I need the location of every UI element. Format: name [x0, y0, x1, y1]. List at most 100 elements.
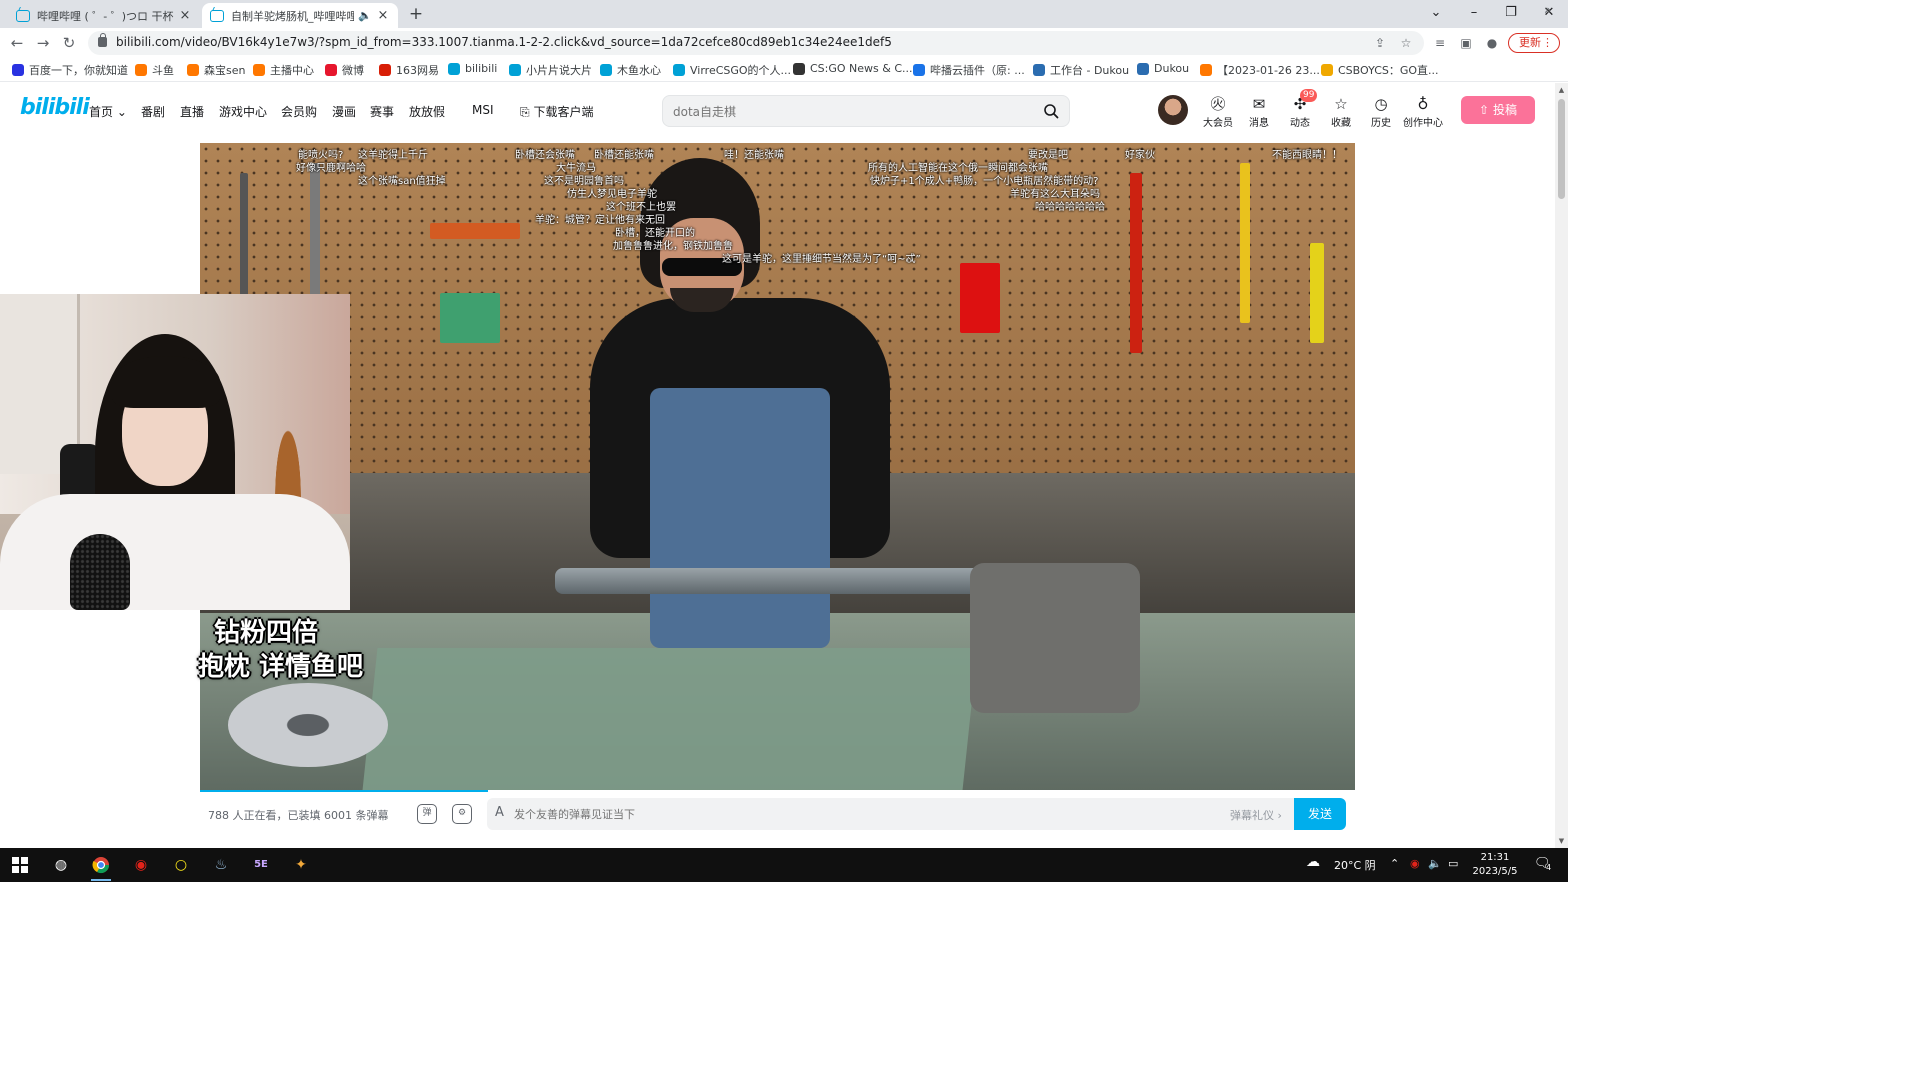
scroll-down-icon[interactable]: ▼	[1555, 837, 1568, 845]
search-icon[interactable]	[1043, 103, 1059, 119]
tray-expand-icon[interactable]: ⌃	[1390, 857, 1399, 870]
bookmark-label: CSBOYCS：GO直...	[1338, 64, 1439, 77]
nav-bangumi[interactable]: 番剧	[141, 103, 165, 120]
more-bookmarks-icon[interactable]: »	[1544, 3, 1551, 17]
url-text[interactable]: bilibili.com/video/BV16k4y1e7w3/?spm_id_…	[116, 35, 892, 49]
upload-icon: ⇧	[1479, 103, 1490, 117]
header-creator-center[interactable]: ♁ 创作中心	[1400, 95, 1446, 129]
5e-app-icon[interactable]: 5E	[247, 852, 275, 878]
bookmark-item[interactable]: 百度一下，你就知道	[12, 62, 128, 78]
bookmark-item[interactable]: 163网易	[379, 62, 439, 78]
danmaku-settings-icon[interactable]: ⚙	[452, 804, 472, 824]
bookmark-item[interactable]: 森宝sen	[187, 62, 245, 78]
side-panel-icon[interactable]: ▣	[1458, 35, 1474, 51]
danmaku-toggle-icon[interactable]: 弹	[417, 804, 437, 824]
bookmark-label: 【2023-01-26 23...	[1217, 64, 1320, 77]
bookmark-item[interactable]: 小片片说大片	[509, 62, 592, 78]
nav-mall[interactable]: 会员购	[281, 103, 317, 120]
video-tool	[1130, 173, 1142, 353]
bookmark-item[interactable]: 哔播云插件（原: ...	[913, 62, 1025, 78]
netease-tray-icon[interactable]: ◉	[1410, 857, 1420, 870]
address-bar[interactable]: bilibili.com/video/BV16k4y1e7w3/?spm_id_…	[88, 31, 1424, 55]
volume-icon[interactable]: 🔈	[1428, 857, 1442, 870]
bookmark-item[interactable]: 主播中心	[253, 62, 314, 78]
nav-home[interactable]: 首页 ⌄	[89, 103, 127, 120]
danmaku-comment: 卧槽还能张嘴	[594, 150, 654, 161]
close-icon[interactable]: ×	[178, 8, 192, 23]
video-player[interactable]: 能喷火吗? 这羊驼得上千斤 好像只鹿啊哈哈 这个张嘴san值狂掉 卧槽还会张嘴 …	[200, 143, 1355, 790]
profile-icon[interactable]: ●	[1484, 35, 1500, 51]
bookmark-item[interactable]: CSBOYCS：GO直...	[1321, 62, 1439, 78]
bookmark-star-icon[interactable]: ☆	[1398, 35, 1414, 51]
nav-esports[interactable]: 赛事	[370, 103, 394, 120]
danmaku-comment: 加鲁鲁鲁进化，钢铁加鲁鲁	[613, 241, 733, 252]
forward-button[interactable]: →	[32, 32, 54, 54]
danmaku-comment: 这可是羊驼，这里捶细节当然是为了“呵~忒”	[722, 254, 921, 265]
bookmark-item[interactable]: bilibili	[448, 62, 497, 75]
nav-manga[interactable]: 漫画	[332, 103, 356, 120]
reading-list-icon[interactable]: ≡	[1432, 35, 1448, 51]
download-client-link[interactable]: ⎘ 下载客户端	[520, 103, 593, 120]
danmaku-input[interactable]	[514, 804, 1114, 824]
system-clock[interactable]: 21:31 2023/5/5	[1466, 851, 1524, 879]
nav-holiday[interactable]: 放放假	[409, 103, 445, 120]
download-icon: ⎘	[520, 105, 530, 119]
dynamics-label: 动态	[1290, 118, 1310, 129]
bookmark-item[interactable]: 木鱼水心	[600, 62, 661, 78]
send-danmaku-button[interactable]: 发送	[1294, 798, 1346, 830]
scroll-thumb[interactable]	[1558, 99, 1565, 199]
new-tab-button[interactable]: +	[406, 4, 426, 24]
share-icon[interactable]: ⇪	[1372, 35, 1388, 51]
bookmark-item[interactable]: VirreCSGO的个人...	[673, 62, 791, 78]
nav-msi[interactable]: MSI	[472, 103, 494, 117]
danmaku-comment: 要改是吧	[1028, 150, 1068, 161]
csgo-app-icon[interactable]: ◍	[47, 852, 75, 878]
bookmark-item[interactable]: 微博	[325, 62, 364, 78]
reload-button[interactable]: ↻	[58, 32, 80, 54]
bookmark-item[interactable]: CS:GO News & C...	[793, 62, 913, 75]
video-tool	[240, 173, 248, 303]
danmaku-etiquette-link[interactable]: 弹幕礼仪 ›	[1230, 807, 1282, 823]
weather-icon[interactable]: ☁	[1306, 854, 1320, 870]
update-button[interactable]: 更新 ⋮	[1508, 33, 1560, 53]
netease-music-icon[interactable]: ◉	[127, 852, 155, 878]
header-messages[interactable]: ✉ 消息	[1241, 95, 1277, 129]
scroll-up-icon[interactable]: ▲	[1555, 86, 1568, 94]
back-button[interactable]: ←	[6, 32, 28, 54]
chrome-app-icon[interactable]	[87, 852, 115, 881]
upload-button[interactable]: ⇧ 投稿	[1461, 96, 1535, 124]
tab-video[interactable]: 自制羊驼烤肠机_哔哩哔哩_b 🔈 ×	[202, 3, 398, 28]
speaker-icon[interactable]: 🔈	[358, 9, 372, 22]
network-icon[interactable]: ▭	[1448, 857, 1458, 870]
tab-search-icon[interactable]: ⌄	[1417, 0, 1455, 28]
video-progress-bar[interactable]	[200, 790, 488, 792]
header-history[interactable]: ◷ 历史	[1363, 95, 1399, 129]
page-scrollbar[interactable]: ▲ ▼	[1555, 83, 1568, 848]
avatar[interactable]	[1158, 95, 1188, 125]
restore-button[interactable]: ❐	[1492, 0, 1530, 28]
steam-app-icon[interactable]: ♨	[207, 852, 235, 878]
bookmark-item[interactable]: 工作台 - Dukou	[1033, 62, 1129, 78]
bookmark-favicon-icon	[793, 62, 805, 75]
nav-game-center[interactable]: 游戏中心	[219, 103, 267, 120]
bookmark-item[interactable]: Dukou	[1137, 62, 1189, 75]
lock-icon[interactable]	[98, 33, 107, 47]
minimize-button[interactable]: –	[1455, 0, 1493, 28]
bilibili-logo[interactable]: bilibili	[20, 95, 90, 120]
header-favorites[interactable]: ☆ 收藏	[1323, 95, 1359, 129]
yellow-circle-app-icon[interactable]: ○	[167, 852, 195, 878]
nav-live[interactable]: 直播	[180, 103, 204, 120]
windows-start-icon[interactable]	[6, 852, 34, 878]
bookmark-item[interactable]: 斗鱼	[135, 62, 174, 78]
bookmark-favicon-icon	[448, 62, 460, 75]
font-style-icon[interactable]: A	[495, 805, 504, 820]
game-app-icon[interactable]: ✦	[287, 852, 315, 878]
search-input[interactable]	[673, 102, 1033, 122]
video-tool	[430, 223, 520, 239]
weather-text[interactable]: 20°C 阴	[1334, 857, 1376, 873]
header-vip[interactable]: ㊋ 大会员	[1200, 95, 1236, 129]
tab-bilibili-home[interactable]: 哔哩哔哩 ( ゜- ゜)つロ 干杯~-bili ×	[8, 3, 200, 28]
bookmark-item[interactable]: 【2023-01-26 23...	[1200, 62, 1320, 78]
close-icon[interactable]: ×	[376, 8, 390, 23]
bookmark-label: 163网易	[396, 64, 439, 77]
